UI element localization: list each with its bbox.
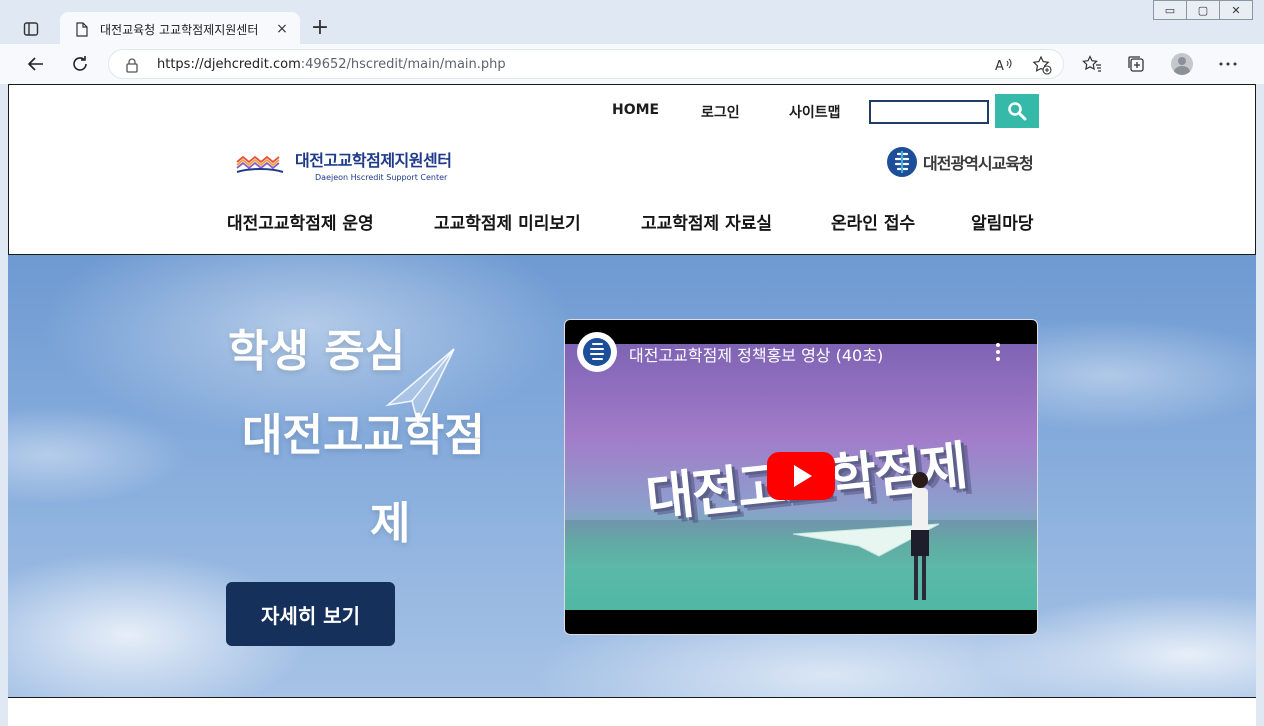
main-nav-online-apply[interactable]: 온라인 접수 <box>831 209 915 234</box>
page-icon <box>74 21 90 37</box>
site-header: HOME 로그인 사이트맵 대전고교학점제지원센터 Daejeon Hscred… <box>8 84 1256 255</box>
browser-chrome: 대전교육청 고교학점제지원센터 × + ▭ ▢ ✕ https://djehcr… <box>0 0 1264 84</box>
tab-bar: 대전교육청 고교학점제지원센터 × + ▭ ▢ ✕ <box>0 0 1264 46</box>
hero-title-line1: 학생 중심 <box>228 326 406 377</box>
lock-icon[interactable] <box>125 57 139 73</box>
main-nav-resources[interactable]: 고교학점제 자료실 <box>641 209 772 234</box>
video-student-figure <box>911 472 929 600</box>
channel-logo[interactable] <box>577 332 617 372</box>
profile-button[interactable] <box>1168 50 1196 78</box>
paper-plane-icon <box>385 348 455 426</box>
window-controls: ▭ ▢ ✕ <box>1153 0 1253 20</box>
address-bar[interactable]: https://djehcredit.com:49652/hscredit/ma… <box>108 49 1064 79</box>
logo-mark-icon <box>236 155 284 173</box>
search-input[interactable] <box>869 100 989 124</box>
back-arrow-icon <box>27 57 43 71</box>
details-button[interactable]: 자세히 보기 <box>226 582 395 646</box>
tab-actions-button[interactable] <box>18 16 44 42</box>
edu-emblem-icon <box>887 147 917 177</box>
main-nav-preview[interactable]: 고교학점제 미리보기 <box>434 209 581 234</box>
collections-icon[interactable] <box>1122 50 1150 78</box>
edu-office-logo[interactable]: 대전광역시교육청 <box>887 147 1034 177</box>
channel-emblem-icon <box>583 338 611 366</box>
logo-subtitle: Daejeon Hscredit Support Center <box>315 172 448 182</box>
video-more-icon[interactable] <box>993 342 1003 362</box>
util-nav-home[interactable]: HOME <box>612 102 659 118</box>
video-title[interactable]: 대전고교학점제 정책홍보 영상 (40초) <box>629 342 883 366</box>
tab-title: 대전교육청 고교학점제지원센터 <box>100 22 259 37</box>
tab-close-icon[interactable]: × <box>274 21 290 37</box>
refresh-button[interactable] <box>66 50 94 78</box>
video-player[interactable]: 대전고교학점제 대전고교학점제 정책홍보 영상 (40초) <box>564 319 1038 635</box>
url-text[interactable]: https://djehcredit.com:49652/hscredit/ma… <box>157 57 506 72</box>
browser-tab-active[interactable]: 대전교육청 고교학점제지원센터 × <box>60 12 300 46</box>
edu-office-name: 대전광역시교육청 <box>923 154 1034 173</box>
back-button[interactable] <box>22 50 50 78</box>
ellipsis-icon <box>1219 62 1237 66</box>
close-window-button[interactable]: ✕ <box>1219 0 1253 20</box>
util-nav-sitemap[interactable]: 사이트맵 <box>789 102 841 122</box>
page-footer-strip <box>8 697 1256 726</box>
avatar <box>1171 53 1193 75</box>
youtube-play-button[interactable] <box>767 452 835 500</box>
tab-actions-icon <box>23 22 39 36</box>
logo-title: 대전고교학점제지원센터 <box>295 150 452 170</box>
maximize-button[interactable]: ▢ <box>1186 0 1220 20</box>
favorites-icon[interactable] <box>1078 50 1106 78</box>
hero-banner: 학생 중심 대전고교학점 제 자세히 보기 대전고교학점제 정책홍보 영상 (4… <box>8 255 1256 697</box>
util-nav-login[interactable]: 로그인 <box>701 102 740 122</box>
browser-toolbar: https://djehcredit.com:49652/hscredit/ma… <box>0 44 1264 84</box>
main-nav-notice[interactable]: 알림마당 <box>971 209 1034 234</box>
add-favorite-icon[interactable] <box>1031 54 1053 76</box>
url-path: :49652/hscredit/main/main.php <box>300 57 506 72</box>
url-host: https://djehcredit.com <box>157 57 301 72</box>
minimize-button[interactable]: ▭ <box>1153 0 1187 20</box>
read-aloud-icon[interactable]: A <box>993 54 1015 76</box>
site-logo[interactable]: 대전고교학점제지원센터 Daejeon Hscredit Support Cen… <box>235 147 452 182</box>
search-icon <box>1008 102 1027 121</box>
new-tab-button[interactable]: + <box>306 16 334 42</box>
hero-title-line3: 제 <box>370 498 411 549</box>
svg-text:A: A <box>995 59 1004 73</box>
search-button[interactable] <box>995 94 1039 128</box>
more-menu-button[interactable] <box>1214 50 1242 78</box>
web-page: HOME 로그인 사이트맵 대전고교학점제지원센터 Daejeon Hscred… <box>8 84 1256 726</box>
refresh-icon <box>73 56 87 71</box>
main-nav-operation[interactable]: 대전고교학점제 운영 <box>227 209 374 234</box>
